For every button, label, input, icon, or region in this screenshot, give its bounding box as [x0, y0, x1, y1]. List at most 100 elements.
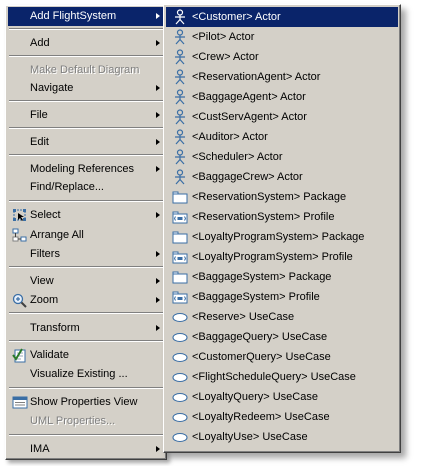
submenu-item-customer-actor[interactable]: <Customer> Actor [166, 7, 398, 27]
submenu-arrow-icon [156, 85, 160, 91]
submenu-item-label: <Reserve> UseCase [192, 311, 295, 323]
submenu-arrow-icon [156, 112, 160, 118]
menu-item-label: Select [30, 209, 61, 221]
submenu-item-crew-actor[interactable]: <Crew> Actor [166, 47, 398, 67]
submenu-item-loyaltyprogramsystem-package[interactable]: <LoyaltyProgramSystem> Package [166, 227, 398, 247]
submenu-arrow-icon [156, 325, 160, 331]
submenu-item-scheduler-actor[interactable]: <Scheduler> Actor [166, 147, 398, 167]
submenu-item-loyaltyquery-usecase[interactable]: <LoyaltyQuery> UseCase [166, 387, 398, 407]
submenu-arrow-icon [156, 139, 160, 145]
actor-icon [175, 129, 185, 145]
menu-item-label: IMA [30, 443, 50, 455]
menu-item-ima[interactable]: IMA [8, 440, 164, 459]
menu-item-transform[interactable]: Transform [8, 319, 164, 338]
menu-item-label: Arrange All [30, 229, 84, 241]
menu-item-label: Navigate [30, 82, 74, 94]
submenu-item-label: <LoyaltyProgramSystem> Package [192, 231, 365, 243]
menu-item-add-flightsystem[interactable]: Add FlightSystem [8, 7, 164, 26]
submenu-item-pilot-actor[interactable]: <Pilot> Actor [166, 27, 398, 47]
menu-item-label: View [30, 275, 54, 287]
menu-item-filters[interactable]: Filters [8, 245, 164, 264]
submenu-item-label: <ReservationSystem> Package [192, 191, 347, 203]
menu-separator [9, 387, 163, 389]
menu-item-uml-properties[interactable]: UML Properties... [8, 412, 164, 431]
usecase-icon [172, 432, 188, 443]
menu-separator [9, 127, 163, 129]
menu-item-validate[interactable]: Validate [8, 346, 164, 365]
submenu-item-label: <LoyaltyQuery> UseCase [192, 391, 318, 403]
submenu-item-label: <BaggageSystem> Package [192, 271, 332, 283]
menu-separator [9, 28, 163, 30]
submenu-item-label: <BaggageSystem> Profile [192, 291, 320, 303]
menu-separator [9, 312, 163, 314]
menu-item-view[interactable]: View [8, 272, 164, 291]
submenu-item-loyaltyredeem-usecase[interactable]: <LoyaltyRedeem> UseCase [166, 407, 398, 427]
submenu-arrow-icon [156, 446, 160, 452]
menu-item-visualize-existing[interactable]: Visualize Existing ... [8, 365, 164, 384]
submenu-arrow-icon [156, 212, 160, 218]
menu-item-label: Transform [30, 322, 80, 334]
submenu-item-label: <Scheduler> Actor [192, 151, 283, 163]
usecase-icon [172, 312, 188, 323]
menu-item-zoom[interactable]: Zoom [8, 291, 164, 310]
menu-item-select[interactable]: Select [8, 206, 164, 225]
menu-item-label: File [30, 109, 48, 121]
menu-item-label: Visualize Existing ... [30, 368, 128, 380]
actor-icon [175, 169, 185, 185]
profile-icon [172, 251, 188, 264]
menu-item-label: Add [30, 37, 50, 49]
package-icon [172, 191, 188, 204]
submenu-item-label: <LoyaltyProgramSystem> Profile [192, 251, 353, 263]
submenu-item-flightschedulequery-usecase[interactable]: <FlightScheduleQuery> UseCase [166, 367, 398, 387]
menu-item-modeling-references[interactable]: Modeling References [8, 160, 164, 179]
submenu-item-loyaltyprogramsystem-profile[interactable]: <LoyaltyProgramSystem> Profile [166, 247, 398, 267]
submenu-arrow-icon [156, 278, 160, 284]
properties-view-icon [12, 396, 28, 409]
submenu-item-baggagesystem-profile[interactable]: <BaggageSystem> Profile [166, 287, 398, 307]
menu-item-add[interactable]: Add [8, 34, 164, 53]
menu-item-arrange-all[interactable]: Arrange All [8, 226, 164, 245]
actor-icon [175, 69, 185, 85]
context-menu: Add FlightSystem Add Make Default Diagra… [5, 5, 167, 460]
actor-icon [175, 89, 185, 105]
menu-item-make-default-diagram[interactable]: Make Default Diagram [8, 61, 164, 80]
submenu-item-baggagequery-usecase[interactable]: <BaggageQuery> UseCase [166, 327, 398, 347]
submenu-item-baggagesystem-package[interactable]: <BaggageSystem> Package [166, 267, 398, 287]
menu-separator [9, 200, 163, 202]
submenu-arrow-icon [156, 13, 160, 19]
menu-separator [9, 154, 163, 156]
menu-separator [9, 340, 163, 342]
submenu-item-label: <Customer> Actor [192, 11, 281, 23]
submenu-item-reservationsystem-profile[interactable]: <ReservationSystem> Profile [166, 207, 398, 227]
submenu-item-reservationagent-actor[interactable]: <ReservationAgent> Actor [166, 67, 398, 87]
submenu-item-loyaltyuse-usecase[interactable]: <LoyaltyUse> UseCase [166, 427, 398, 447]
menu-item-navigate[interactable]: Navigate [8, 79, 164, 98]
menu-item-file[interactable]: File [8, 106, 164, 125]
menu-item-label: Validate [30, 349, 69, 361]
submenu-item-baggageagent-actor[interactable]: <BaggageAgent> Actor [166, 87, 398, 107]
menu-item-find-replace[interactable]: Find/Replace... [8, 178, 164, 197]
menu-item-label: Filters [30, 248, 60, 260]
submenu-item-label: <BaggageCrew> Actor [192, 171, 303, 183]
select-icon [13, 209, 26, 221]
add-flightsystem-submenu: <Customer> Actor <Pilot> Actor <Crew> Ac… [163, 4, 401, 453]
actor-icon [175, 109, 185, 125]
submenu-item-baggagecrew-actor[interactable]: <BaggageCrew> Actor [166, 167, 398, 187]
usecase-icon [172, 332, 188, 343]
menu-separator [9, 434, 163, 436]
menu-item-label: UML Properties... [30, 415, 116, 427]
package-icon [172, 271, 188, 284]
usecase-icon [172, 372, 188, 383]
submenu-item-reservationsystem-package[interactable]: <ReservationSystem> Package [166, 187, 398, 207]
submenu-item-custservagent-actor[interactable]: <CustServAgent> Actor [166, 107, 398, 127]
menu-item-edit[interactable]: Edit [8, 133, 164, 152]
usecase-icon [172, 412, 188, 423]
submenu-item-customerquery-usecase[interactable]: <CustomerQuery> UseCase [166, 347, 398, 367]
package-icon [172, 231, 188, 244]
menu-item-show-properties-view[interactable]: Show Properties View [8, 393, 164, 412]
submenu-item-auditor-actor[interactable]: <Auditor> Actor [166, 127, 398, 147]
submenu-item-reserve-usecase[interactable]: <Reserve> UseCase [166, 307, 398, 327]
submenu-arrow-icon [156, 40, 160, 46]
arrange-all-icon [12, 228, 27, 242]
submenu-item-label: <Crew> Actor [192, 51, 259, 63]
